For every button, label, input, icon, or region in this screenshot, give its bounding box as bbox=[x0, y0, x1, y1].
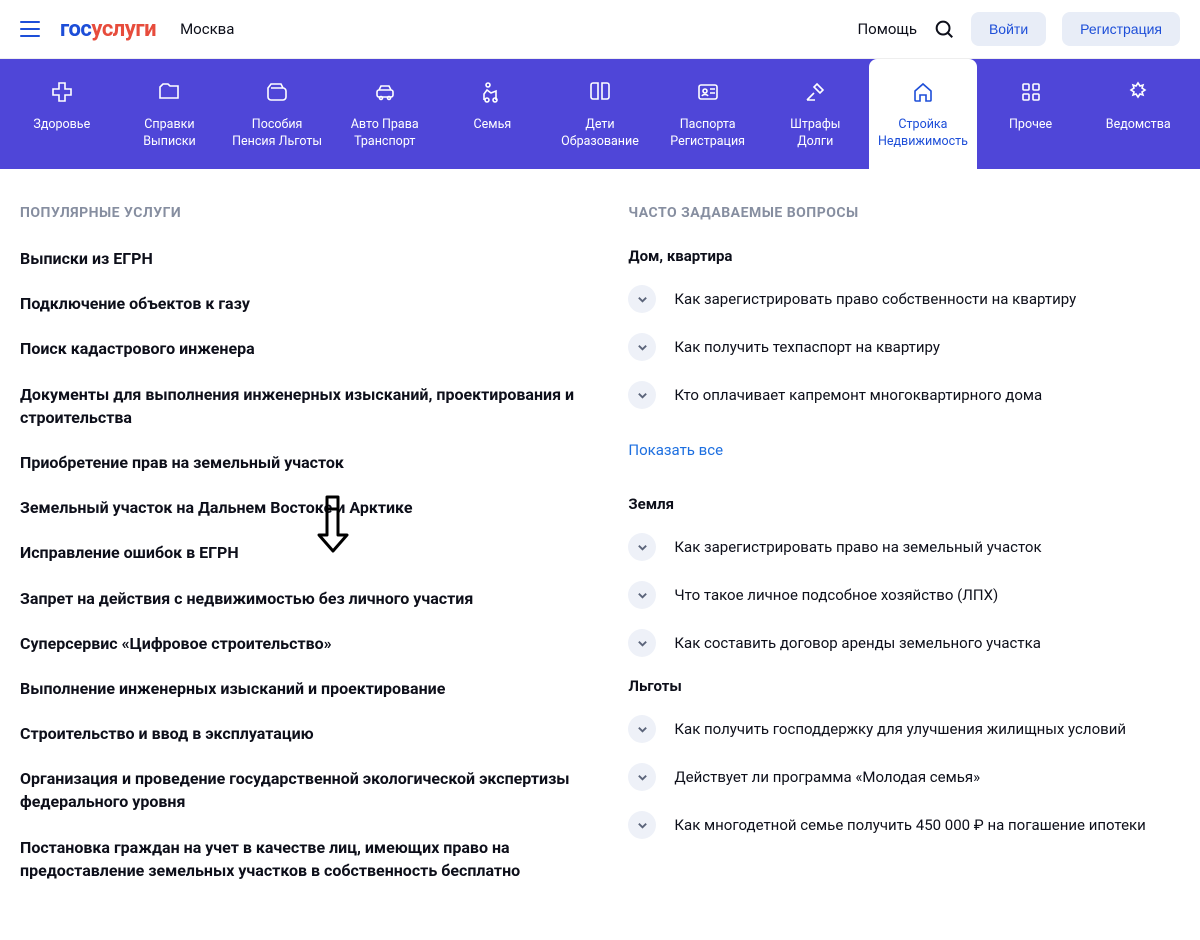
faq-text: Что такое личное подсобное хозяйство (ЛП… bbox=[674, 585, 998, 606]
faq-text: Как многодетной семье получить 450 000 ₽… bbox=[674, 815, 1145, 836]
service-link-12[interactable]: Постановка граждан на учет в качестве ли… bbox=[20, 836, 580, 882]
id-card-icon bbox=[695, 79, 721, 105]
chevron-down-icon bbox=[628, 763, 656, 791]
chevron-down-icon bbox=[628, 533, 656, 561]
nav-label: Пособия Пенсия Льготы bbox=[232, 117, 322, 151]
logo-part-2: услуги bbox=[91, 17, 156, 42]
nav-item-7[interactable]: Штрафы Долги bbox=[761, 59, 869, 169]
nav-item-8[interactable]: Стройка Недвижимость bbox=[869, 59, 977, 169]
city-selector[interactable]: Москва bbox=[180, 20, 234, 38]
car-icon bbox=[372, 79, 398, 105]
section-title-popular: ПОПУЛЯРНЫЕ УСЛУГИ bbox=[20, 205, 588, 221]
service-link-10[interactable]: Строительство и ввод в эксплуатацию bbox=[20, 722, 580, 745]
popular-services: ПОПУЛЯРНЫЕ УСЛУГИ Выписки из ЕГРН Подключ… bbox=[20, 205, 588, 904]
service-link-4[interactable]: Приобретение прав на земельный участок bbox=[20, 451, 580, 474]
service-link-0[interactable]: Выписки из ЕГРН bbox=[20, 247, 580, 270]
faq-section: ЧАСТО ЗАДАВАЕМЫЕ ВОПРОСЫ Дом, квартира Ка… bbox=[628, 205, 1180, 904]
faq-item[interactable]: Как зарегистрировать право собственности… bbox=[628, 285, 1180, 313]
nav-item-10[interactable]: Ведомства bbox=[1084, 59, 1192, 169]
chevron-down-icon bbox=[628, 381, 656, 409]
logo[interactable]: госуслуги bbox=[60, 17, 156, 42]
service-link-1[interactable]: Подключение объектов к газу bbox=[20, 292, 580, 315]
house-icon bbox=[910, 79, 936, 105]
faq-item[interactable]: Как получить техпаспорт на квартиру bbox=[628, 333, 1180, 361]
chevron-down-icon bbox=[628, 811, 656, 839]
service-link-11[interactable]: Организация и проведение государственной… bbox=[20, 767, 580, 813]
faq-text: Как составить договор аренды земельного … bbox=[674, 633, 1041, 654]
nav-label: Прочее bbox=[1009, 117, 1052, 134]
login-button[interactable]: Войти bbox=[971, 12, 1046, 46]
gavel-icon bbox=[802, 79, 828, 105]
faq-group-title-2: Льготы bbox=[628, 677, 1180, 695]
faq-text: Кто оплачивает капремонт многоквартирног… bbox=[674, 385, 1042, 406]
menu-icon[interactable] bbox=[20, 17, 44, 41]
search-icon[interactable] bbox=[933, 18, 955, 40]
header: госуслуги Москва Помощь Войти Регистраци… bbox=[0, 0, 1200, 59]
help-link[interactable]: Помощь bbox=[857, 20, 917, 38]
faq-item[interactable]: Как составить договор аренды земельного … bbox=[628, 629, 1180, 657]
nav-item-9[interactable]: Прочее bbox=[977, 59, 1085, 169]
service-link-7[interactable]: Запрет на действия с недвижимостью без л… bbox=[20, 587, 580, 610]
chevron-down-icon bbox=[628, 285, 656, 313]
baby-icon bbox=[479, 79, 505, 105]
nav-item-3[interactable]: Авто Права Транспорт bbox=[331, 59, 439, 169]
wallet-icon bbox=[264, 79, 290, 105]
grid-icon bbox=[1018, 79, 1044, 105]
nav-label: Справки Выписки bbox=[143, 117, 195, 151]
section-title-faq: ЧАСТО ЗАДАВАЕМЫЕ ВОПРОСЫ bbox=[628, 205, 1180, 221]
faq-item[interactable]: Кто оплачивает капремонт многоквартирног… bbox=[628, 381, 1180, 409]
category-nav: Здоровье Справки Выписки Пособия Пенсия Ль… bbox=[0, 59, 1200, 169]
chevron-down-icon bbox=[628, 629, 656, 657]
faq-item[interactable]: Как многодетной семье получить 450 000 ₽… bbox=[628, 811, 1180, 839]
nav-label: Паспорта Регистрация bbox=[670, 117, 745, 151]
faq-group-title-0: Дом, квартира bbox=[628, 247, 1180, 265]
faq-item[interactable]: Как получить господдержку для улучшения … bbox=[628, 715, 1180, 743]
nav-label: Ведомства bbox=[1106, 117, 1171, 134]
nav-item-0[interactable]: Здоровье bbox=[8, 59, 116, 169]
folder-icon bbox=[156, 79, 182, 105]
chevron-down-icon bbox=[628, 333, 656, 361]
service-link-3[interactable]: Документы для выполнения инженерных изыс… bbox=[20, 383, 580, 429]
faq-item[interactable]: Что такое личное подсобное хозяйство (ЛП… bbox=[628, 581, 1180, 609]
chevron-down-icon bbox=[628, 715, 656, 743]
nav-item-6[interactable]: Паспорта Регистрация bbox=[654, 59, 762, 169]
faq-text: Как получить техпаспорт на квартиру bbox=[674, 337, 940, 358]
nav-item-2[interactable]: Пособия Пенсия Льготы bbox=[223, 59, 331, 169]
service-link-2[interactable]: Поиск кадастрового инженера bbox=[20, 337, 580, 360]
chevron-down-icon bbox=[628, 581, 656, 609]
service-link-9[interactable]: Выполнение инженерных изысканий и проект… bbox=[20, 677, 580, 700]
nav-item-4[interactable]: Семья bbox=[439, 59, 547, 169]
faq-item[interactable]: Действует ли программа «Молодая семья» bbox=[628, 763, 1180, 791]
plus-medical-icon bbox=[49, 79, 75, 105]
show-all-link[interactable]: Показать все bbox=[628, 441, 723, 459]
nav-label: Стройка Недвижимость bbox=[878, 117, 968, 151]
faq-text: Действует ли программа «Молодая семья» bbox=[674, 767, 980, 788]
nav-label: Дети Образование bbox=[561, 117, 639, 151]
nav-label: Штрафы Долги bbox=[790, 117, 840, 151]
nav-label: Семья bbox=[474, 117, 512, 134]
service-link-6[interactable]: Исправление ошибок в ЕГРН bbox=[20, 541, 580, 564]
faq-item[interactable]: Как зарегистрировать право на земельный … bbox=[628, 533, 1180, 561]
faq-text: Как получить господдержку для улучшения … bbox=[674, 719, 1126, 740]
faq-text: Как зарегистрировать право на земельный … bbox=[674, 537, 1041, 558]
header-right: Помощь Войти Регистрация bbox=[857, 12, 1180, 46]
nav-label: Авто Права Транспорт bbox=[351, 117, 419, 151]
register-button[interactable]: Регистрация bbox=[1062, 12, 1180, 46]
book-icon bbox=[587, 79, 613, 105]
content: ПОПУЛЯРНЫЕ УСЛУГИ Выписки из ЕГРН Подключ… bbox=[0, 169, 1200, 940]
nav-label: Здоровье bbox=[33, 117, 90, 134]
emblem-icon bbox=[1125, 79, 1151, 105]
logo-part-1: гос bbox=[60, 17, 91, 42]
nav-item-1[interactable]: Справки Выписки bbox=[116, 59, 224, 169]
service-link-8[interactable]: Суперсервис «Цифровое строительство» bbox=[20, 632, 580, 655]
nav-item-5[interactable]: Дети Образование bbox=[546, 59, 654, 169]
faq-text: Как зарегистрировать право собственности… bbox=[674, 289, 1076, 310]
faq-group-title-1: Земля bbox=[628, 495, 1180, 513]
service-link-5[interactable]: Земельный участок на Дальнем Востоке и А… bbox=[20, 496, 580, 519]
